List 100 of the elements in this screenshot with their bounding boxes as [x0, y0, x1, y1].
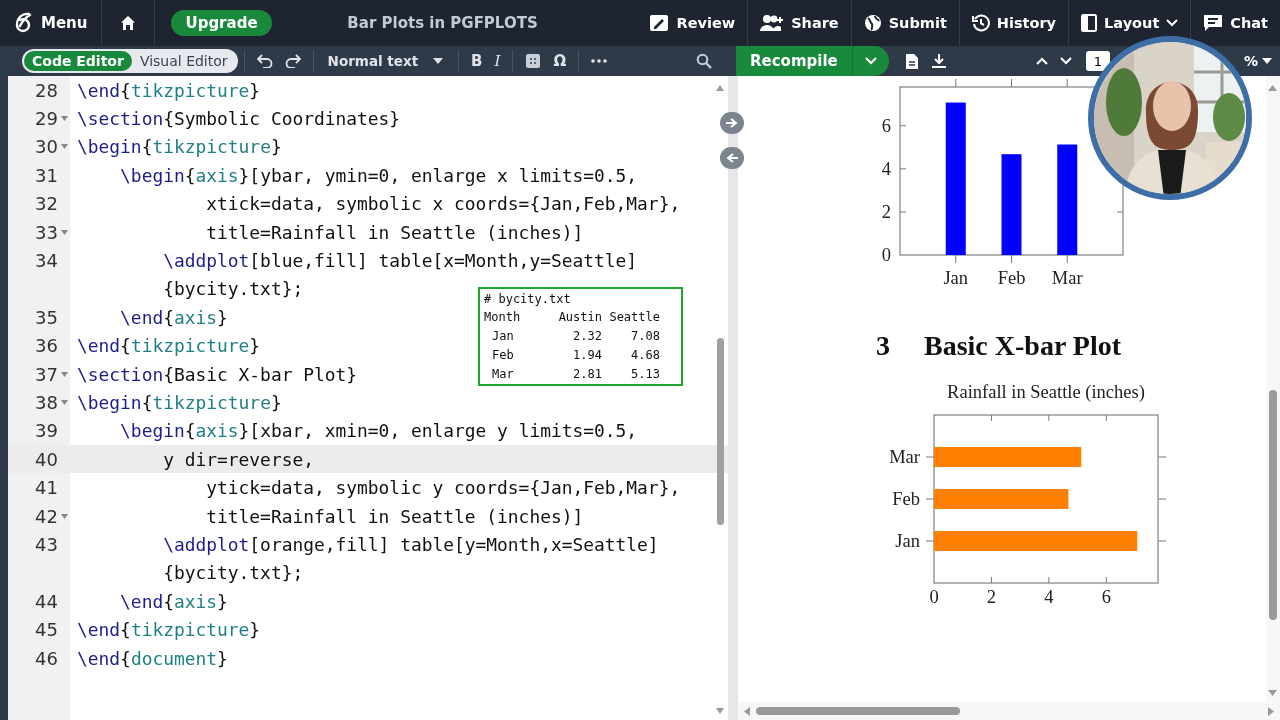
line-number: 32	[35, 193, 58, 215]
table-cell-text: 7.08	[630, 329, 660, 343]
bold-button[interactable]: B	[465, 48, 489, 74]
chat-icon	[1203, 14, 1224, 32]
tick-label: 0	[929, 587, 939, 607]
upgrade-button[interactable]: Upgrade	[171, 10, 272, 36]
home-icon	[120, 15, 137, 31]
globe-icon	[863, 14, 882, 32]
table-cell-text: 2.81	[572, 367, 602, 381]
table-cell-text: Mar	[491, 367, 515, 381]
arrow-right-icon	[726, 118, 738, 128]
editor-mode-tab[interactable]: Visual Editor	[131, 51, 236, 71]
tick-label: 0	[881, 245, 891, 265]
axis-label: Mar	[889, 447, 920, 467]
code-line: \begin{axis}[xbar, xmin=0, enlarge y limits=0.5,	[119, 420, 638, 442]
code-line: \end{tikzpicture}	[76, 335, 261, 357]
line-number: 38	[35, 392, 58, 413]
code-line: title=Rainfall in Seattle (inches)]	[205, 221, 584, 243]
toolbar-action[interactable]: Share	[748, 10, 851, 36]
fold-icon[interactable]	[60, 116, 68, 122]
scroll-up-icon[interactable]	[1268, 85, 1277, 91]
toolbar-action[interactable]: Layout	[1069, 10, 1191, 36]
fold-icon[interactable]	[60, 400, 68, 405]
code-line: \addplot[blue,fill] table[x=Month,y=Seattle]	[162, 250, 638, 272]
code-line: ytick=data, symbolic y coords={Jan,Feb,Mar},	[205, 477, 681, 499]
code-line: \section{Basic X-bar Plot}	[76, 363, 358, 385]
fold-icon[interactable]	[60, 371, 68, 377]
page-number-field[interactable]: 1	[1085, 51, 1110, 71]
undo-icon	[256, 54, 273, 68]
search-icon	[696, 53, 712, 69]
tick-label: 2	[986, 587, 997, 607]
axis-label: Feb	[892, 489, 920, 509]
code-line: \end{tikzpicture}	[76, 619, 261, 641]
arrow-left-icon	[726, 153, 738, 163]
toolbar-action[interactable]: History	[959, 10, 1069, 36]
line-number: 39	[35, 420, 58, 442]
caret-icon	[1166, 19, 1179, 27]
code-line: \begin{axis}[ybar, ymin=0, enlarge x limits=0.5,	[119, 164, 638, 186]
table-header: Month	[484, 310, 522, 324]
line-number: 28	[35, 79, 58, 101]
pen-icon	[649, 14, 670, 32]
axis-label: Mar	[1051, 268, 1083, 288]
editor-mode-tab[interactable]: Code Editor	[24, 51, 132, 71]
tick-label: 2	[881, 201, 891, 222]
symbol-button[interactable]: Ω	[547, 48, 573, 74]
chevron-down-icon	[1059, 57, 1072, 65]
table-cell-text: 5.13	[630, 367, 660, 381]
code-line: \end{axis}	[119, 306, 228, 328]
code-line: \begin{tikzpicture}	[76, 392, 282, 413]
toolbar-action[interactable]: Chat	[1191, 10, 1280, 36]
scrollbar-thumb[interactable]	[1269, 390, 1277, 620]
line-number: 35	[35, 306, 58, 328]
tick-label: 6	[1101, 587, 1111, 607]
chart-title: Rainfall in Seattle (inches)	[947, 382, 1145, 402]
document-icon	[904, 52, 919, 70]
tick-label: 6	[881, 115, 891, 136]
download-icon	[930, 53, 947, 69]
scrollbar-thumb[interactable]	[717, 338, 724, 525]
code-line: y dir=reverse,	[162, 448, 314, 470]
axis-label: Jan	[895, 531, 920, 551]
fold-icon[interactable]	[60, 144, 68, 150]
redo-icon	[284, 54, 301, 68]
table-cell-text: Jan	[491, 329, 515, 343]
people-icon	[760, 14, 785, 32]
scroll-left-icon[interactable]	[744, 706, 750, 716]
italic-button[interactable]: I	[488, 48, 507, 74]
fold-icon[interactable]	[60, 229, 68, 235]
line-number: 30	[35, 136, 58, 158]
axis-label: Feb	[997, 268, 1026, 288]
more-icon	[591, 59, 608, 63]
line-number: 37	[35, 363, 58, 385]
line-number: 43	[35, 533, 58, 555]
line-number: 45	[35, 619, 58, 641]
line-number: 41	[35, 477, 58, 499]
section-number: 3	[876, 330, 891, 362]
menu-button[interactable]: Menu	[0, 0, 102, 46]
scroll-up-icon[interactable]	[716, 85, 724, 91]
fold-icon[interactable]	[60, 513, 68, 519]
table-cell-text: 4.68	[630, 348, 660, 362]
scroll-right-icon[interactable]	[1268, 706, 1274, 716]
toolbar-action[interactable]: Review	[637, 10, 748, 36]
text-style-dropdown[interactable]: Normal text	[319, 53, 453, 69]
zoom-dropdown[interactable]: %	[1243, 53, 1280, 69]
code-line: {bycity.txt};	[162, 278, 304, 300]
scroll-down-icon[interactable]	[1268, 690, 1277, 696]
project-title: Bar Plots in PGFPLOTS	[346, 14, 539, 32]
code-line: \end{tikzpicture}	[76, 79, 261, 101]
line-number: 31	[35, 164, 58, 186]
line-number: 44	[35, 590, 58, 612]
caret-icon	[864, 57, 877, 65]
table-icon	[525, 53, 542, 69]
line-number: 46	[35, 647, 58, 669]
scrollbar-thumb[interactable]	[756, 707, 960, 715]
toolbar-action[interactable]: Submit	[851, 10, 959, 36]
layout-icon	[1081, 14, 1098, 32]
code-line: {bycity.txt};	[162, 562, 304, 584]
scroll-down-icon[interactable]	[716, 708, 724, 714]
code-line: \section{Symbolic Coordinates}	[76, 108, 401, 130]
table-header: Austin	[557, 310, 602, 324]
code-line: \addplot[orange,fill] table[y=Month,x=Seattle]	[162, 533, 659, 555]
